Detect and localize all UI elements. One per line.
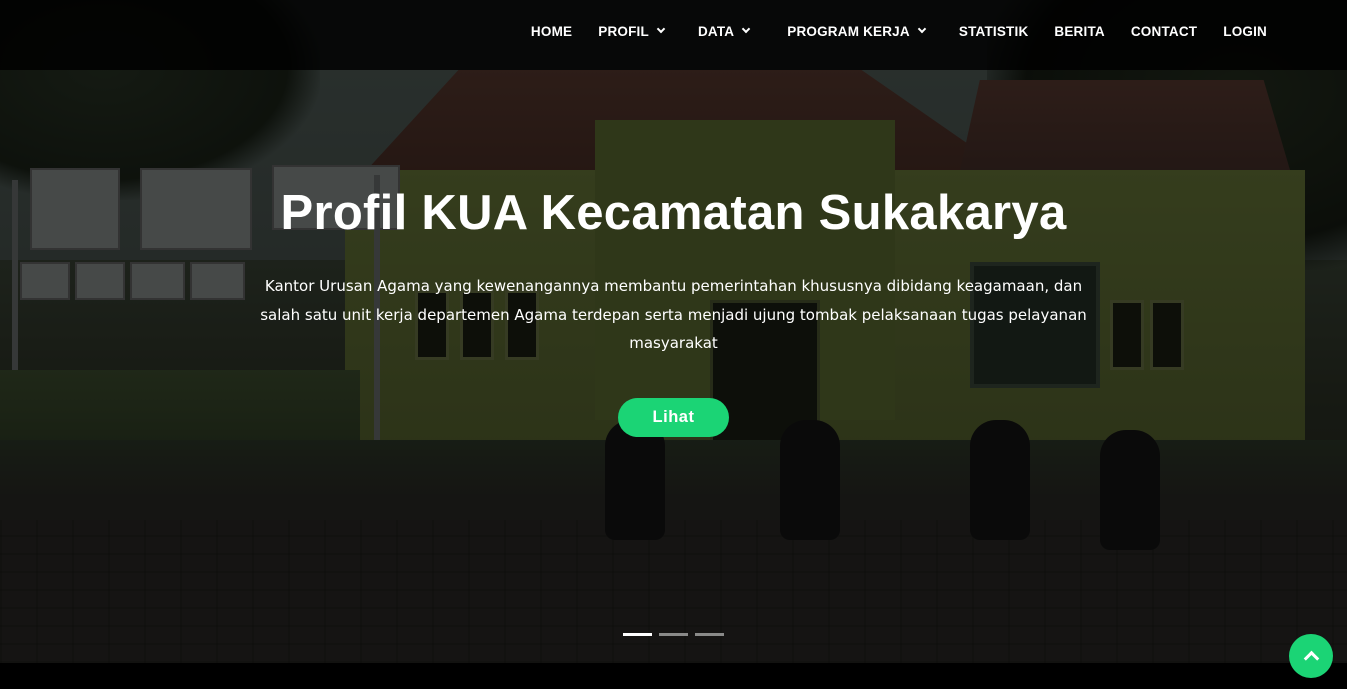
nav-home[interactable]: HOME — [531, 24, 572, 39]
nav-home-label: HOME — [530, 23, 573, 39]
main-nav: HOME PROFIL DATA PROGRAM KERJA STATISTIK… — [505, 0, 1267, 62]
carousel-indicator[interactable] — [659, 633, 688, 636]
nav-program-kerja[interactable]: PROGRAM KERJA — [787, 23, 927, 39]
back-to-top-button[interactable] — [1289, 634, 1333, 678]
nav-profil[interactable]: PROFIL — [598, 23, 666, 39]
hero-content: Profil KUA Kecamatan Sukakarya Kantor Ur… — [0, 180, 1347, 437]
hero-description: Kantor Urusan Agama yang kewenangannya m… — [260, 277, 1087, 352]
chevron-up-icon — [1303, 650, 1319, 667]
nav-statistik[interactable]: STATISTIK — [959, 24, 1029, 39]
carousel-indicators — [623, 633, 731, 636]
nav-data[interactable]: DATA — [697, 23, 751, 39]
chevron-down-icon — [656, 24, 666, 34]
nav-contact-label: CONTACT — [1130, 23, 1198, 39]
page-bottom-strip — [0, 663, 1347, 689]
nav-program-kerja-label: PROGRAM KERJA — [787, 23, 910, 39]
site-header: HOME PROFIL DATA PROGRAM KERJA STATISTIK… — [0, 0, 1347, 70]
nav-login-label: LOGIN — [1223, 23, 1267, 39]
chevron-down-icon — [917, 24, 927, 34]
nav-berita-label: BERITA — [1054, 23, 1105, 39]
nav-contact[interactable]: CONTACT — [1131, 24, 1197, 39]
nav-data-label: DATA — [697, 23, 735, 39]
hero-title: Profil KUA Kecamatan Sukakarya — [280, 186, 1067, 240]
nav-berita[interactable]: BERITA — [1054, 24, 1104, 39]
chevron-down-icon — [741, 24, 751, 34]
nav-profil-label: PROFIL — [598, 23, 649, 39]
nav-statistik-label: STATISTIK — [958, 23, 1029, 39]
nav-login[interactable]: LOGIN — [1223, 24, 1267, 39]
lihat-button[interactable]: Lihat — [618, 397, 729, 437]
carousel-indicator[interactable] — [695, 633, 724, 636]
carousel-indicator[interactable] — [623, 633, 652, 636]
